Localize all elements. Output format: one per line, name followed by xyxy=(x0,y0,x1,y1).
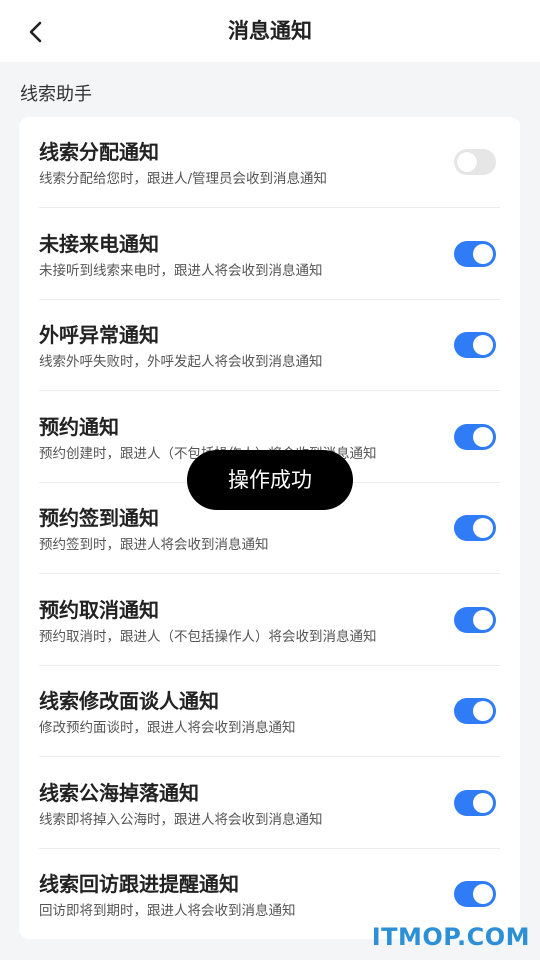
setting-title: 线索公海掉落通知 xyxy=(39,781,199,805)
notification-toggle[interactable] xyxy=(454,424,496,450)
setting-description: 未接听到线索来电时，跟进人将会收到消息通知 xyxy=(39,263,323,279)
setting-title: 线索分配通知 xyxy=(39,140,159,164)
notification-toggle[interactable] xyxy=(454,881,496,907)
setting-description: 修改预约面谈时，跟进人将会收到消息通知 xyxy=(39,720,296,736)
setting-title: 预约通知 xyxy=(39,415,119,439)
settings-card: 线索分配通知 线索分配给您时，跟进人/管理员会收到消息通知 未接来电通知 未接听… xyxy=(19,117,520,939)
notification-toggle[interactable] xyxy=(454,332,496,358)
notification-toggle[interactable] xyxy=(454,515,496,541)
setting-description: 回访即将到期时，跟进人将会收到消息通知 xyxy=(39,903,296,919)
setting-title: 外呼异常通知 xyxy=(39,323,159,347)
notification-toggle[interactable] xyxy=(454,698,496,724)
setting-description: 预约取消时，跟进人（不包括操作人）将会收到消息通知 xyxy=(39,629,377,645)
section-title: 线索助手 xyxy=(20,84,92,105)
setting-description: 线索分配给您时，跟进人/管理员会收到消息通知 xyxy=(39,171,328,187)
setting-description: 线索外呼失败时，外呼发起人将会收到消息通知 xyxy=(39,354,323,370)
watermark-logo: ITMOP.COM xyxy=(371,923,530,951)
setting-title: 预约签到通知 xyxy=(39,506,159,530)
notification-toggle[interactable] xyxy=(454,241,496,267)
setting-item: 线索修改面谈人通知 修改预约面谈时，跟进人将会收到消息通知 xyxy=(39,666,500,757)
setting-item: 线索公海掉落通知 线索即将掉入公海时，跟进人将会收到消息通知 xyxy=(39,758,500,849)
setting-item: 未接来电通知 未接听到线索来电时，跟进人将会收到消息通知 xyxy=(39,209,500,300)
divider xyxy=(39,573,500,574)
setting-item: 预约取消通知 预约取消时，跟进人（不包括操作人）将会收到消息通知 xyxy=(39,575,500,666)
toggle-knob xyxy=(473,335,493,355)
notification-toggle[interactable] xyxy=(454,607,496,633)
toggle-knob xyxy=(473,518,493,538)
notification-toggle[interactable] xyxy=(454,790,496,816)
setting-title: 线索修改面谈人通知 xyxy=(39,689,219,713)
setting-title: 未接来电通知 xyxy=(39,232,159,256)
setting-title: 预约取消通知 xyxy=(39,598,159,622)
divider xyxy=(39,207,500,208)
success-toast: 操作成功 xyxy=(187,450,353,510)
setting-item: 线索分配通知 线索分配给您时，跟进人/管理员会收到消息通知 xyxy=(39,117,500,208)
page-title: 消息通知 xyxy=(228,19,312,43)
top-bar: 消息通知 xyxy=(0,0,540,62)
setting-item: 外呼异常通知 线索外呼失败时，外呼发起人将会收到消息通知 xyxy=(39,300,500,391)
toggle-knob xyxy=(473,793,493,813)
notification-toggle[interactable] xyxy=(454,149,496,175)
toggle-knob xyxy=(473,701,493,721)
setting-description: 预约签到时，跟进人将会收到消息通知 xyxy=(39,537,269,553)
divider xyxy=(39,756,500,757)
setting-description: 线索即将掉入公海时，跟进人将会收到消息通知 xyxy=(39,812,323,828)
toggle-knob xyxy=(457,152,477,172)
toggle-knob xyxy=(473,610,493,630)
toggle-knob xyxy=(473,244,493,264)
toggle-knob xyxy=(473,884,493,904)
divider xyxy=(39,390,500,391)
toggle-knob xyxy=(473,427,493,447)
setting-title: 线索回访跟进提醒通知 xyxy=(39,872,239,896)
